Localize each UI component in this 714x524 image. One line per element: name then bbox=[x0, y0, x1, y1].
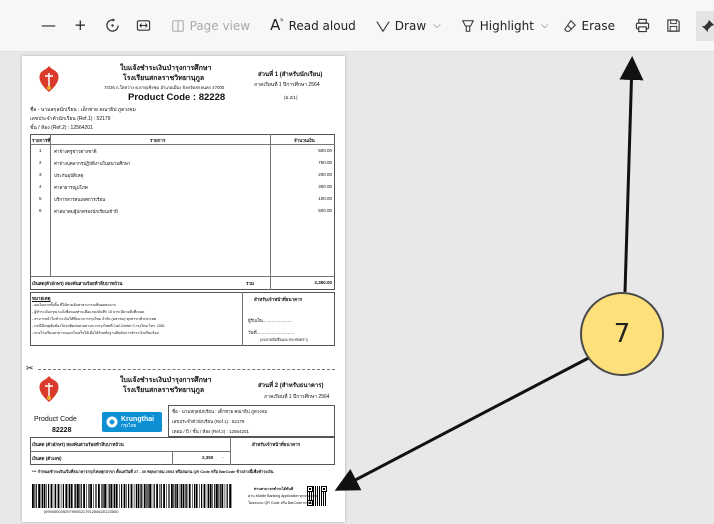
arrow-to-print bbox=[619, 56, 644, 293]
step-callout: 7 bbox=[580, 292, 664, 376]
arrow-to-qr bbox=[334, 350, 601, 491]
step-number: 7 bbox=[613, 319, 631, 349]
annotation-arrows bbox=[334, 56, 644, 491]
